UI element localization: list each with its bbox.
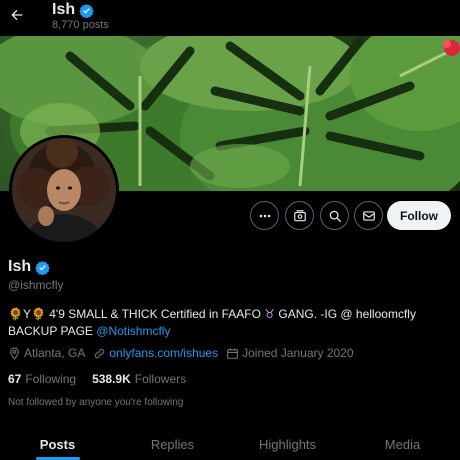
tab-posts[interactable]: Posts [0,428,115,460]
verified-badge-icon[interactable] [35,260,50,275]
sunflower-emoji: 🌻 [8,307,23,321]
website-item[interactable]: onlyfans.com/ishues [93,346,218,360]
link-icon [95,348,105,358]
joined-item: Joined January 2020 [226,346,354,360]
profile-actions: Follow [0,201,460,231]
taurus-emoji: ♉ [264,307,276,321]
profile-handle: @ishmcfly [8,278,64,292]
calendar-icon [227,348,239,359]
header-name: Ish [52,1,76,18]
top-bar: Ish 8,770 posts [0,0,460,36]
mail-icon [362,210,375,221]
tab-replies[interactable]: Replies [115,428,230,460]
bio-backup: BACKUP PAGE [8,324,97,338]
subscriptions-button[interactable] [285,201,314,230]
followers-label: Followers [134,372,187,386]
arrow-left-icon [11,9,23,21]
following-count: 67 [8,372,22,386]
location-text: Atlanta, GA [24,346,86,360]
following-stat[interactable]: 67 Following [8,372,76,386]
search-button[interactable] [320,201,349,230]
profile-stats: 67 Following 538.9K Followers [8,372,186,386]
sunflower-emoji: 🌻 [30,307,46,321]
followers-stat[interactable]: 538.9K Followers [92,372,186,386]
joined-text: Joined January 2020 [242,346,354,360]
bio-tail: GANG. -IG @ helloomcfly [275,307,416,321]
profile-meta: Atlanta, GA onlyfans.com/ishues Joined J… [8,346,362,360]
back-button[interactable] [6,4,28,26]
more-dots-icon [259,214,270,217]
profile-bio: 🌻Y🌻 4'9 SMALL & THICK Certified in FAAFO… [8,306,454,340]
bio-text: 4'9 SMALL & THICK Certified in FAAFO [45,307,265,321]
location-pin-icon [10,347,19,360]
header-title: Ish [52,1,94,19]
more-button[interactable] [250,201,279,230]
post-count: 8,770 posts [52,19,109,31]
bio-mention-link[interactable]: @Notishmcfly [96,324,170,338]
bio-line-1: 🌻Y🌻 4'9 SMALL & THICK Certified in FAAFO… [8,306,454,323]
website-link[interactable]: onlyfans.com/ishues [109,346,218,360]
profile-tabs: Posts Replies Highlights Media [0,428,460,460]
tab-media[interactable]: Media [345,428,460,460]
search-icon [329,210,341,222]
follow-button[interactable]: Follow [387,201,451,230]
bio-line-2: BACKUP PAGE @Notishmcfly [8,323,454,340]
message-button[interactable] [354,201,383,230]
subscriptions-icon [293,209,306,221]
location-item: Atlanta, GA [8,346,85,360]
verified-badge-icon [79,3,94,18]
bio-y: Y [22,307,31,321]
display-name: Ish [8,258,32,275]
tab-highlights[interactable]: Highlights [230,428,345,460]
followers-count: 538.9K [92,372,131,386]
profile-name: Ish [8,258,50,276]
not-followed-notice: Not followed by anyone you're following [8,397,184,408]
following-label: Following [25,372,77,386]
